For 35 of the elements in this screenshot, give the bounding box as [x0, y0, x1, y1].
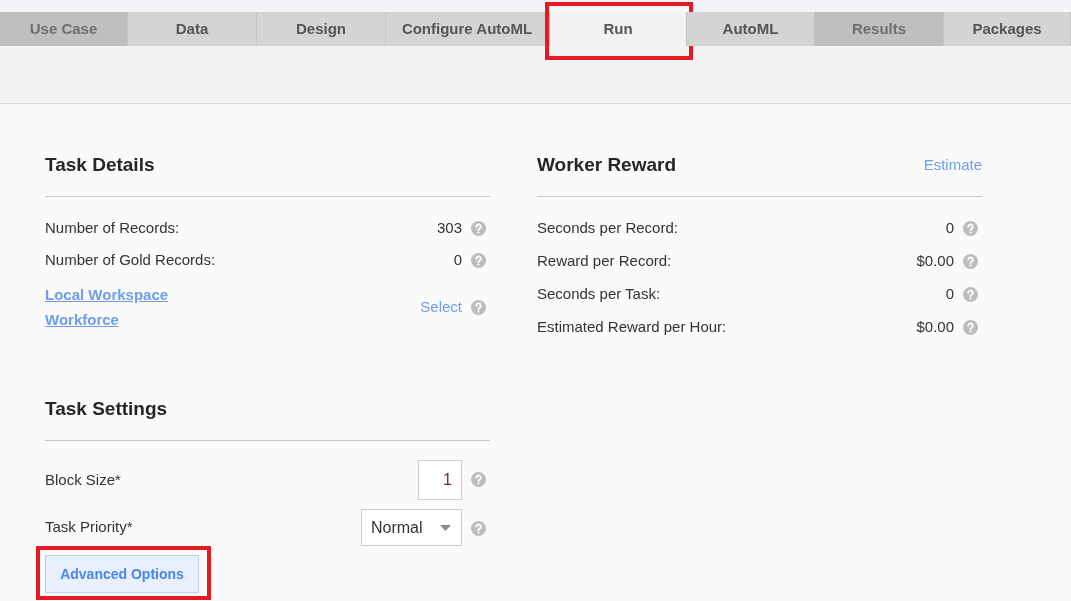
field-label: Reward per Record: — [537, 251, 673, 272]
field-label: Estimated Reward per Hour: — [537, 317, 728, 338]
section-title: Worker Reward — [537, 152, 677, 177]
number-field[interactable]: 1 — [418, 460, 462, 500]
field-label: Number of Records: — [45, 218, 181, 239]
field-value: $0.00 — [916, 317, 954, 338]
help-icon[interactable] — [963, 221, 978, 236]
advanced-options-button[interactable]: Advanced Options — [45, 555, 199, 593]
field-label: Seconds per Record: — [537, 218, 679, 239]
field-label: Number of Gold Records: — [45, 250, 217, 271]
field-value: $0.00 — [916, 251, 954, 272]
field-value: 0 — [945, 284, 954, 305]
estimate-link[interactable]: Estimate — [923, 153, 982, 177]
caret-icon — [440, 524, 451, 531]
help-icon[interactable] — [471, 253, 486, 268]
help-icon[interactable] — [471, 472, 486, 487]
field-value: 0 — [945, 218, 954, 239]
select-link[interactable]: Select — [420, 295, 462, 319]
workforce-link[interactable]: Local Workspace Workforce — [45, 282, 185, 332]
section-title: Task Details — [45, 152, 155, 177]
field-value: 0 — [453, 250, 462, 271]
help-icon[interactable] — [471, 299, 486, 315]
help-icon[interactable] — [471, 521, 486, 536]
help-icon[interactable] — [963, 287, 978, 302]
field-label: Block Size* — [45, 469, 122, 490]
field-value: 303 — [436, 218, 462, 239]
section-title: Task Settings — [45, 396, 168, 421]
help-icon[interactable] — [471, 221, 486, 236]
tab[interactable]: AutoML — [687, 12, 815, 46]
field-label: Task Priority* — [45, 517, 134, 538]
help-icon[interactable] — [963, 320, 978, 335]
field-label: Seconds per Task: — [537, 284, 662, 305]
priority-dropdown[interactable]: Normal — [361, 509, 462, 546]
tab[interactable]: Run — [549, 12, 687, 46]
help-icon[interactable] — [963, 254, 978, 269]
